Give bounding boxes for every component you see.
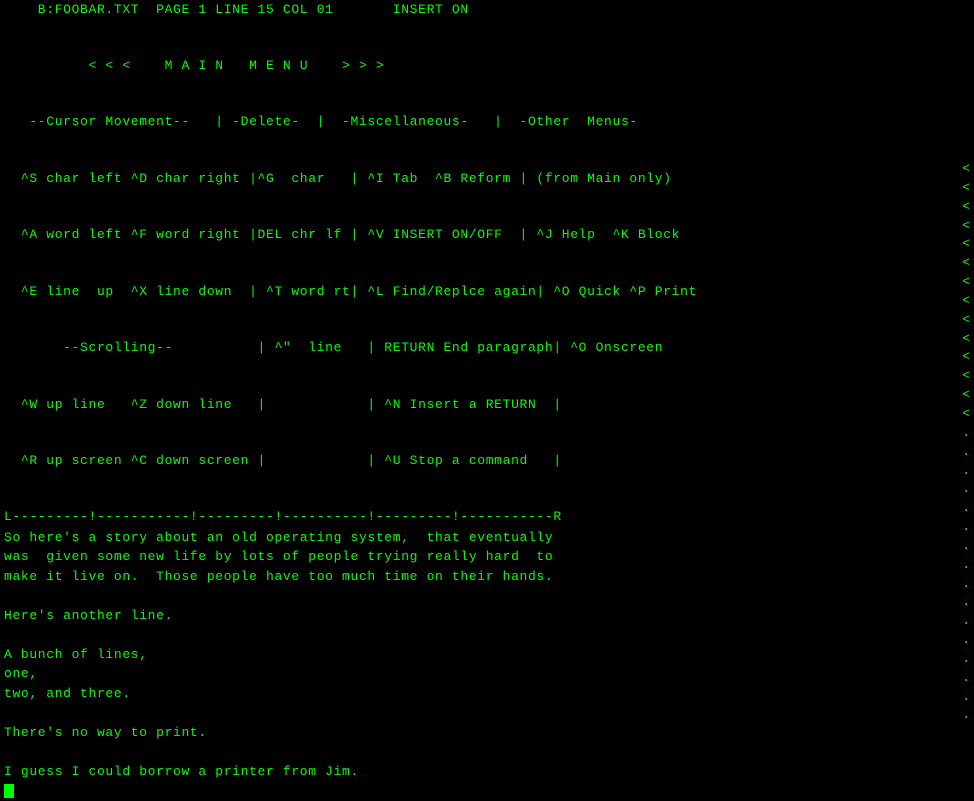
scrollbar: <<<<<<<<<<<<<<................ — [962, 160, 970, 725]
menu-line3: ^A word left ^F word right |DEL chr lf |… — [4, 226, 970, 245]
scrollbar-char: < — [962, 330, 970, 349]
scrollbar-char: < — [962, 405, 970, 424]
scrollbar-char: < — [962, 235, 970, 254]
scrollbar-char: . — [962, 499, 970, 518]
scrollbar-char: < — [962, 217, 970, 236]
content-area[interactable]: So here's a story about an old operating… — [0, 524, 974, 801]
content-line: I guess I could borrow a printer from Ji… — [4, 762, 970, 782]
scrollbar-char: . — [962, 612, 970, 631]
menu-line7: ^R up screen ^C down screen | | ^U Stop … — [4, 452, 970, 471]
scrollbar-char: < — [962, 311, 970, 330]
menu-line2: ^S char left ^D char right |^G char | ^I… — [4, 170, 970, 189]
scrollbar-char: . — [962, 650, 970, 669]
scrollbar-char: < — [962, 198, 970, 217]
scrollbar-char: < — [962, 292, 970, 311]
menu-line6: ^W up line ^Z down line | | ^N Insert a … — [4, 396, 970, 415]
menu-line5: --Scrolling-- | ^" line | RETURN End par… — [4, 339, 970, 358]
content-line: two, and three. — [4, 684, 970, 704]
scrollbar-char: . — [962, 556, 970, 575]
content-line — [4, 781, 970, 801]
menu-line1: --Cursor Movement-- | -Delete- | -Miscel… — [4, 113, 970, 132]
scrollbar-char: < — [962, 160, 970, 179]
scrollbar-char: . — [962, 706, 970, 725]
scrollbar-char: . — [962, 688, 970, 707]
scrollbar-char: . — [962, 424, 970, 443]
scrollbar-char: < — [962, 273, 970, 292]
content-line — [4, 625, 970, 645]
content-line: one, — [4, 664, 970, 684]
scrollbar-char: . — [962, 480, 970, 499]
content-line: make it live on. Those people have too m… — [4, 567, 970, 587]
terminal: B:FOOBAR.TXT PAGE 1 LINE 15 COL 01 INSER… — [0, 0, 974, 527]
scrollbar-char: . — [962, 462, 970, 481]
content-line: Here's another line. — [4, 606, 970, 626]
scrollbar-char: < — [962, 348, 970, 367]
scrollbar-char: . — [962, 518, 970, 537]
menu-line4: ^E line up ^X line down | ^T word rt| ^L… — [4, 283, 970, 302]
scrollbar-char: < — [962, 367, 970, 386]
content-line: was given some new life by lots of peopl… — [4, 547, 970, 567]
content-line — [4, 703, 970, 723]
menu-title: < < < M A I N M E N U > > > — [4, 57, 970, 76]
scrollbar-char: . — [962, 669, 970, 688]
content-line — [4, 586, 970, 606]
scrollbar-char: < — [962, 386, 970, 405]
scrollbar-char: . — [962, 631, 970, 650]
content-line: So here's a story about an old operating… — [4, 528, 970, 548]
scrollbar-char: . — [962, 575, 970, 594]
content-line: There's no way to print. — [4, 723, 970, 743]
scrollbar-char: < — [962, 254, 970, 273]
text-cursor — [4, 784, 14, 798]
content-line — [4, 742, 970, 762]
menu-area: < < < M A I N M E N U > > > --Cursor Mov… — [0, 19, 974, 509]
scrollbar-char: < — [962, 179, 970, 198]
content-line: A bunch of lines, — [4, 645, 970, 665]
scrollbar-char: . — [962, 537, 970, 556]
separator-line: L---------!-----------!---------!-------… — [0, 509, 974, 524]
scrollbar-char: . — [962, 443, 970, 462]
scrollbar-char: . — [962, 593, 970, 612]
status-bar: B:FOOBAR.TXT PAGE 1 LINE 15 COL 01 INSER… — [0, 0, 974, 19]
